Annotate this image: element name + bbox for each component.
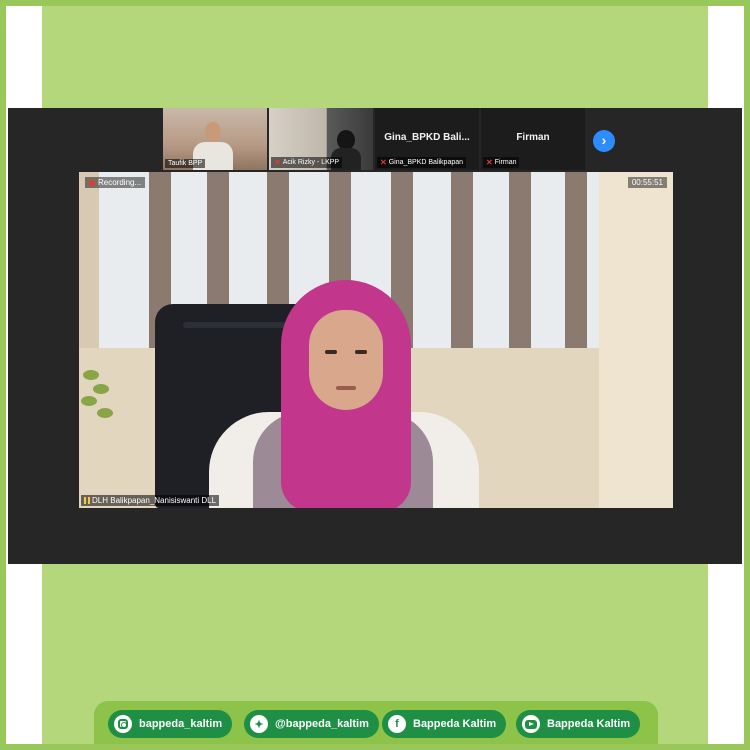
next-participants-button[interactable]: › (593, 130, 615, 152)
speaker-name-tag: DLH Balikpapan_Nanisiswanti DLL (81, 495, 220, 506)
mic-muted-icon: ✕ (380, 158, 387, 167)
participant-name-tag: ✕ Acik Rizky - LKPP (271, 157, 343, 168)
wooden-slat (509, 172, 531, 348)
instagram-icon (114, 715, 132, 733)
wooden-slat (565, 172, 587, 348)
top-banner (42, 6, 708, 108)
twitter-link[interactable]: ✦ @bappeda_kaltim (244, 710, 379, 738)
speaker-name: DLH Balikpapan_Nanisiswanti DLL (92, 496, 217, 505)
participant-name-tag: Taufik BPP (165, 159, 206, 168)
participant-name: Firman (494, 159, 517, 166)
participant-thumbnail-strip: Taufik BPP ✕ Acik Rizky - LKPP Gina_BPKD… (163, 108, 585, 170)
connection-signal-icon (84, 497, 90, 504)
twitter-handle: @bappeda_kaltim (275, 718, 369, 730)
facebook-link[interactable]: f Bappeda Kaltim (382, 710, 507, 738)
video-call-window: Taufik BPP ✕ Acik Rizky - LKPP Gina_BPKD… (8, 108, 742, 564)
youtube-handle: Bappeda Kaltim (547, 718, 631, 730)
chevron-right-icon: › (601, 132, 607, 148)
mic-muted-icon: ✕ (274, 158, 281, 167)
participant-name-tag: ✕ Firman (483, 157, 520, 168)
youtube-icon (522, 715, 540, 733)
participant-thumbnail[interactable]: Gina_BPKD Bali... ✕ Gina_BPKD Balikpapan (375, 108, 479, 170)
instagram-link[interactable]: bappeda_kaltim (108, 710, 233, 738)
participant-thumbnail[interactable]: Firman ✕ Firman (481, 108, 585, 170)
participant-display-name: Firman (516, 132, 550, 143)
participant-thumbnail[interactable]: ✕ Acik Rizky - LKPP (269, 108, 373, 170)
participant-display-name: Gina_BPKD Bali... (384, 132, 470, 143)
recording-indicator: Recording... (85, 177, 146, 188)
facebook-icon: f (388, 715, 406, 733)
participant-name: Gina_BPKD Balikpapan (388, 159, 464, 166)
mic-muted-icon: ✕ (486, 158, 493, 167)
record-dot-icon (89, 179, 95, 186)
participant-thumbnail[interactable]: Taufik BPP (163, 108, 267, 170)
social-media-bar: bappeda_kaltim ✦ @bappeda_kaltim f Bappe… (94, 701, 658, 747)
recording-label: Recording... (98, 178, 142, 187)
active-speaker-video: Recording... 00:55:51 DLH Balikpapan_Nan… (79, 172, 673, 508)
background-right-wall (599, 172, 673, 508)
twitter-icon: ✦ (250, 715, 268, 733)
youtube-link[interactable]: Bappeda Kaltim (516, 710, 641, 738)
participant-name: Taufik BPP (168, 160, 203, 167)
meeting-timer: 00:55:51 (627, 177, 667, 188)
speaker-figure (209, 280, 479, 508)
plant (79, 362, 119, 432)
instagram-handle: bappeda_kaltim (139, 718, 223, 730)
participant-name-tag: ✕ Gina_BPKD Balikpapan (377, 157, 467, 168)
facebook-handle: Bappeda Kaltim (413, 718, 497, 730)
participant-name: Acik Rizky - LKPP (282, 159, 340, 166)
